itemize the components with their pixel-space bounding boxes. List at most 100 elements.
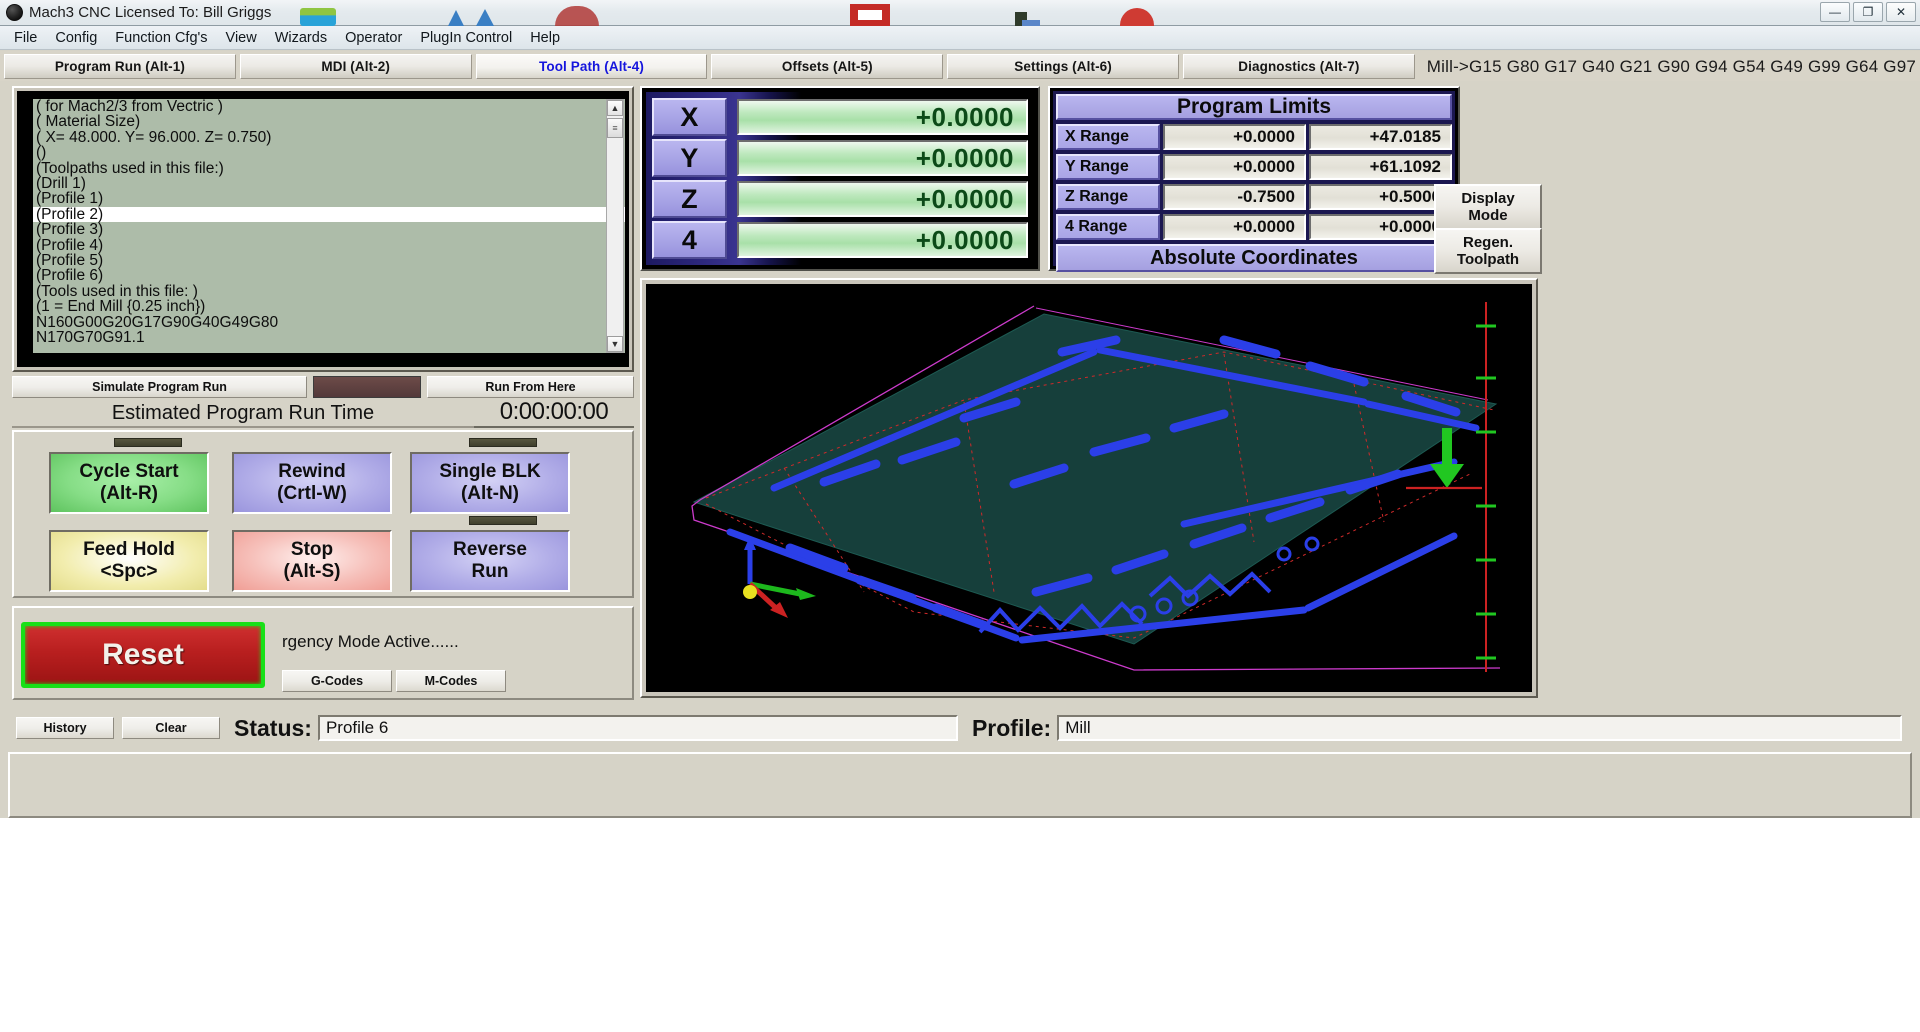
status-bar: History Clear Status: Profile 6 Profile:… — [8, 706, 1912, 750]
stop-label-line2: (Alt-S) — [284, 561, 341, 583]
limit-label-y: Y Range — [1056, 154, 1160, 180]
coordinate-mode-label[interactable]: Absolute Coordinates — [1056, 244, 1452, 272]
menu-view[interactable]: View — [218, 28, 265, 48]
mcodes-button[interactable]: M-Codes — [396, 670, 506, 692]
tab-mdi[interactable]: MDI (Alt-2) — [240, 54, 472, 79]
axis-button-z[interactable]: Z — [652, 180, 727, 218]
gcode-line-selected[interactable]: (Profile 2) — [33, 207, 625, 222]
profile-field[interactable]: Mill — [1057, 715, 1902, 741]
limit-min-z: -0.7500 — [1163, 184, 1306, 210]
scroll-up-icon[interactable]: ▲ — [607, 100, 623, 116]
gcode-line[interactable]: N160G00G20G17G90G40G49G80 — [33, 315, 625, 330]
regen-toolpath-line1: Regen. — [1463, 234, 1513, 251]
modal-gcode-status: Mill->G15 G80 G17 G40 G21 G90 G94 G54 G4… — [1419, 54, 1916, 79]
program-progress-led — [313, 376, 421, 398]
gcode-line[interactable]: ( for Mach2/3 from Vectric ) — [33, 99, 625, 114]
cycle-start-button[interactable]: Cycle Start (Alt-R) — [49, 452, 209, 514]
reset-button[interactable]: Reset — [21, 622, 265, 688]
program-control-panel: Cycle Start (Alt-R) Rewind (Crtl-W) Sing… — [12, 430, 634, 598]
run-from-here-button[interactable]: Run From Here — [427, 376, 634, 398]
axis-button-y[interactable]: Y — [652, 139, 727, 177]
reverse-run-led — [469, 516, 537, 525]
simulate-program-run-button[interactable]: Simulate Program Run — [12, 376, 307, 398]
limit-max-4: +0.0000 — [1309, 214, 1452, 240]
minimize-button[interactable]: — — [1820, 2, 1850, 22]
regen-toolpath-button[interactable]: Regen. Toolpath — [1434, 228, 1542, 274]
single-block-label-line2: (Alt-N) — [461, 483, 519, 505]
gcode-line[interactable]: (Toolpaths used in this file:) — [33, 161, 625, 176]
folder-icon — [300, 8, 336, 26]
reset-panel: Reset rgency Mode Active...... G-Codes M… — [12, 606, 634, 700]
axis-button-4[interactable]: 4 — [652, 221, 727, 259]
program-limits-title: Program Limits — [1056, 94, 1452, 120]
dro-inner: X +0.0000 Y +0.0000 Z +0.0000 4 +0.0000 — [646, 92, 1034, 265]
limit-max-z: +0.5000 — [1309, 184, 1452, 210]
tab-program-run[interactable]: Program Run (Alt-1) — [4, 54, 236, 79]
close-button[interactable]: ✕ — [1886, 2, 1916, 22]
limit-row-y: Y Range +0.0000 +61.1092 — [1056, 153, 1452, 181]
clear-button[interactable]: Clear — [122, 717, 220, 739]
emergency-mode-text: rgency Mode Active...... — [282, 632, 459, 652]
gcode-line[interactable]: (Profile 3) — [33, 222, 625, 237]
stop-button[interactable]: Stop (Alt-S) — [232, 530, 392, 592]
scrollbar-thumb[interactable]: ≡ — [607, 118, 623, 138]
menu-plugin-control[interactable]: PlugIn Control — [412, 28, 520, 48]
cycle-start-label-line1: Cycle Start — [79, 461, 178, 483]
feed-hold-button[interactable]: Feed Hold <Spc> — [49, 530, 209, 592]
maximize-button[interactable]: ❐ — [1853, 2, 1883, 22]
dro-row-y: Y +0.0000 — [652, 139, 1028, 177]
feed-hold-label-line2: <Spc> — [100, 561, 157, 583]
tab-diagnostics[interactable]: Diagnostics (Alt-7) — [1183, 54, 1415, 79]
gcode-line[interactable]: ( Material Size) — [33, 114, 625, 129]
display-mode-button[interactable]: Display Mode — [1434, 184, 1542, 230]
status-field[interactable]: Profile 6 — [318, 715, 958, 741]
dro-value-4[interactable]: +0.0000 — [737, 222, 1028, 258]
gcode-line[interactable]: (Profile 5) — [33, 253, 625, 268]
gcode-line-list[interactable]: ( for Mach2/3 from Vectric ) ( Material … — [33, 99, 625, 353]
toolpath-frame — [646, 284, 1532, 692]
history-button[interactable]: History — [16, 717, 114, 739]
menu-operator[interactable]: Operator — [337, 28, 410, 48]
window-controls: — ❐ ✕ — [1820, 2, 1916, 22]
scroll-down-icon[interactable]: ▼ — [607, 336, 623, 352]
screen-tab-bar: Program Run (Alt-1) MDI (Alt-2) Tool Pat… — [0, 51, 1920, 81]
toolpath-canvas[interactable] — [664, 292, 1500, 678]
cycle-start-label-line2: (Alt-R) — [100, 483, 158, 505]
menu-config[interactable]: Config — [47, 28, 105, 48]
tab-settings[interactable]: Settings (Alt-6) — [947, 54, 1179, 79]
menu-function-cfgs[interactable]: Function Cfg's — [107, 28, 215, 48]
axis-button-x[interactable]: X — [652, 98, 727, 136]
gcode-line[interactable]: (Profile 1) — [33, 191, 625, 206]
reverse-run-label-line1: Reverse — [453, 539, 527, 561]
gcodes-button[interactable]: G-Codes — [282, 670, 392, 692]
reverse-run-button[interactable]: Reverse Run — [410, 530, 570, 592]
reverse-run-label-line2: Run — [472, 561, 509, 583]
tab-tool-path[interactable]: Tool Path (Alt-4) — [476, 54, 708, 79]
rewind-button[interactable]: Rewind (Crtl-W) — [232, 452, 392, 514]
limit-row-z: Z Range -0.7500 +0.5000 — [1056, 183, 1452, 211]
gcode-line[interactable]: ( X= 48.000. Y= 96.000. Z= 0.750) — [33, 130, 625, 145]
limit-min-y: +0.0000 — [1163, 154, 1306, 180]
gcode-line[interactable]: () — [33, 145, 625, 160]
single-block-button[interactable]: Single BLK (Alt-N) — [410, 452, 570, 514]
gcode-line[interactable]: (Profile 4) — [33, 238, 625, 253]
status-label: Status: — [234, 715, 312, 742]
dro-value-y[interactable]: +0.0000 — [737, 140, 1028, 176]
lower-empty-panel — [8, 752, 1912, 818]
window-title: Mach3 CNC Licensed To: Bill Griggs — [29, 4, 271, 21]
gcode-line[interactable]: N170G70G91.1 — [33, 330, 625, 345]
gcode-line[interactable]: (1 = End Mill {0.25 inch}) — [33, 299, 625, 314]
dro-row-4: 4 +0.0000 — [652, 221, 1028, 259]
tab-offsets[interactable]: Offsets (Alt-5) — [711, 54, 943, 79]
gcode-editor-frame: ( for Mach2/3 from Vectric ) ( Material … — [17, 91, 629, 367]
gcode-scrollbar[interactable]: ▲ ≡ ▼ — [606, 99, 624, 353]
menu-wizards[interactable]: Wizards — [267, 28, 335, 48]
dro-value-x[interactable]: +0.0000 — [737, 99, 1028, 135]
gcode-line[interactable]: (Tools used in this file: ) — [33, 284, 625, 299]
menu-file[interactable]: File — [6, 28, 45, 48]
gcode-line[interactable]: (Profile 6) — [33, 268, 625, 283]
desktop-background-area — [0, 818, 1920, 1032]
dro-value-z[interactable]: +0.0000 — [737, 181, 1028, 217]
menu-help[interactable]: Help — [522, 28, 568, 48]
gcode-line[interactable]: (Drill 1) — [33, 176, 625, 191]
